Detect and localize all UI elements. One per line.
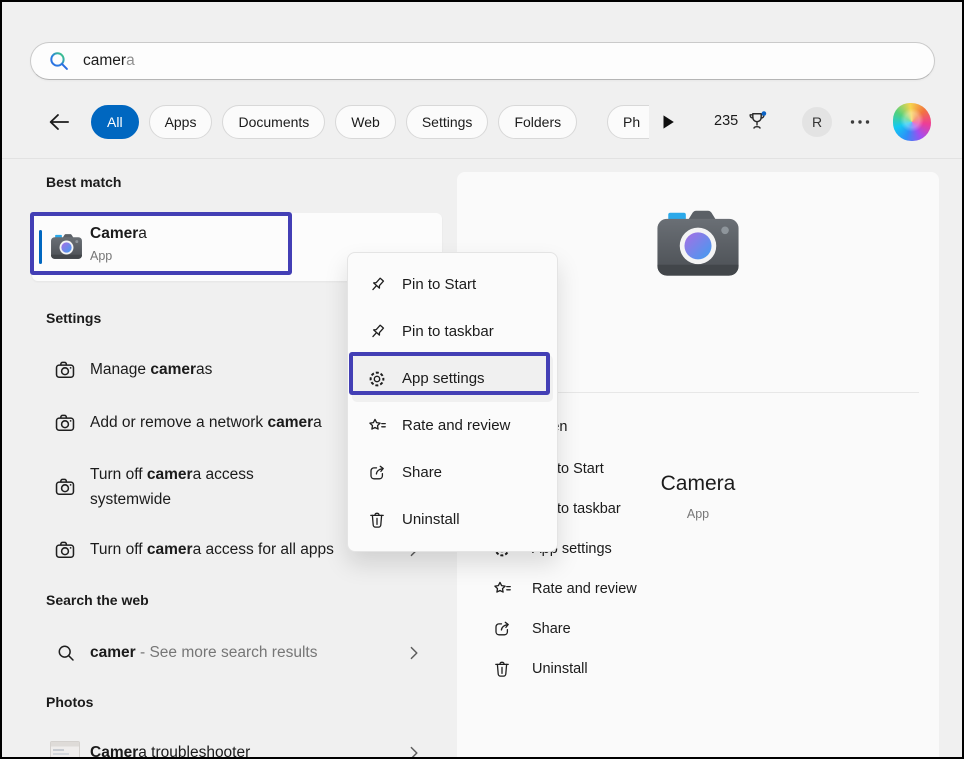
copilot-icon[interactable] [893,103,931,141]
preview-action-uninstall[interactable]: Uninstall [457,649,939,689]
window-thumbnail [50,741,80,759]
header-divider [2,158,962,159]
trash-icon [367,510,387,530]
tab-all[interactable]: All [91,105,139,139]
back-arrow-icon [46,109,72,135]
share-icon [492,619,512,639]
pin-icon [367,275,387,295]
tab-documents[interactable]: Documents [222,105,325,139]
more-options-button[interactable] [849,114,871,130]
menu-item-pin-to-taskbar[interactable]: Pin to taskbar [348,308,557,355]
menu-item-share[interactable]: Share [348,449,557,496]
camera-outline-icon [54,539,76,561]
search-icon [56,643,76,663]
search-suggestion: a [126,52,135,70]
rewards-badge[interactable]: 235 [714,110,768,132]
camera-app-icon-large [655,208,742,281]
camera-app-icon [50,233,83,261]
search-input[interactable]: camera [30,42,935,80]
chevron-right-icon [404,643,424,663]
search-query: camer [83,52,126,70]
menu-item-rate-and-review[interactable]: Rate and review [348,402,557,449]
camera-outline-icon [54,412,76,434]
trash-icon [492,659,512,679]
chevron-right-icon [404,743,424,759]
tab-apps[interactable]: Apps [149,105,213,139]
search-window: camera All Apps Documents Web Settings F… [0,0,964,759]
menu-item-uninstall[interactable]: Uninstall [348,496,557,543]
play-icon [658,112,678,132]
tab-photos-clipped[interactable]: Ph [607,105,649,139]
avatar-initial: R [812,114,822,130]
section-heading-web: Search the web [46,592,149,608]
section-heading-best-match: Best match [46,174,121,190]
gear-icon [367,369,387,389]
best-match-subtitle: App [90,249,112,263]
menu-item-pin-to-start[interactable]: Pin to Start [348,261,557,308]
back-button[interactable] [46,109,72,135]
tab-settings[interactable]: Settings [406,105,489,139]
preview-action-share[interactable]: Share [457,609,939,649]
rate-review-icon [367,416,387,436]
context-menu: Pin to Start Pin to taskbar App settings… [347,252,558,552]
section-heading-photos: Photos [46,694,93,710]
tab-web[interactable]: Web [335,105,396,139]
search-icon [48,50,70,72]
ellipsis-icon [849,114,871,130]
menu-item-app-settings[interactable]: App settings [352,355,553,402]
filter-tabs: All Apps Documents Web Settings Folders [91,105,577,139]
preview-action-rate-and-review[interactable]: Rate and review [457,569,939,609]
share-icon [367,463,387,483]
rewards-count: 235 [714,110,738,132]
selection-accent-bar [39,230,42,264]
rate-review-icon [492,579,512,599]
tab-folders[interactable]: Folders [498,105,577,139]
more-filters-button[interactable] [658,112,678,132]
best-match-title: Camera [90,225,147,243]
rewards-trophy-icon [746,110,768,132]
section-heading-settings: Settings [46,310,101,326]
pin-icon [367,322,387,342]
web-result-item[interactable]: camer - See more search results [32,631,442,675]
avatar[interactable]: R [802,107,832,137]
photos-result-item[interactable]: Camera troubleshooter [32,731,442,759]
camera-outline-icon [54,359,76,381]
camera-outline-icon [54,476,76,498]
